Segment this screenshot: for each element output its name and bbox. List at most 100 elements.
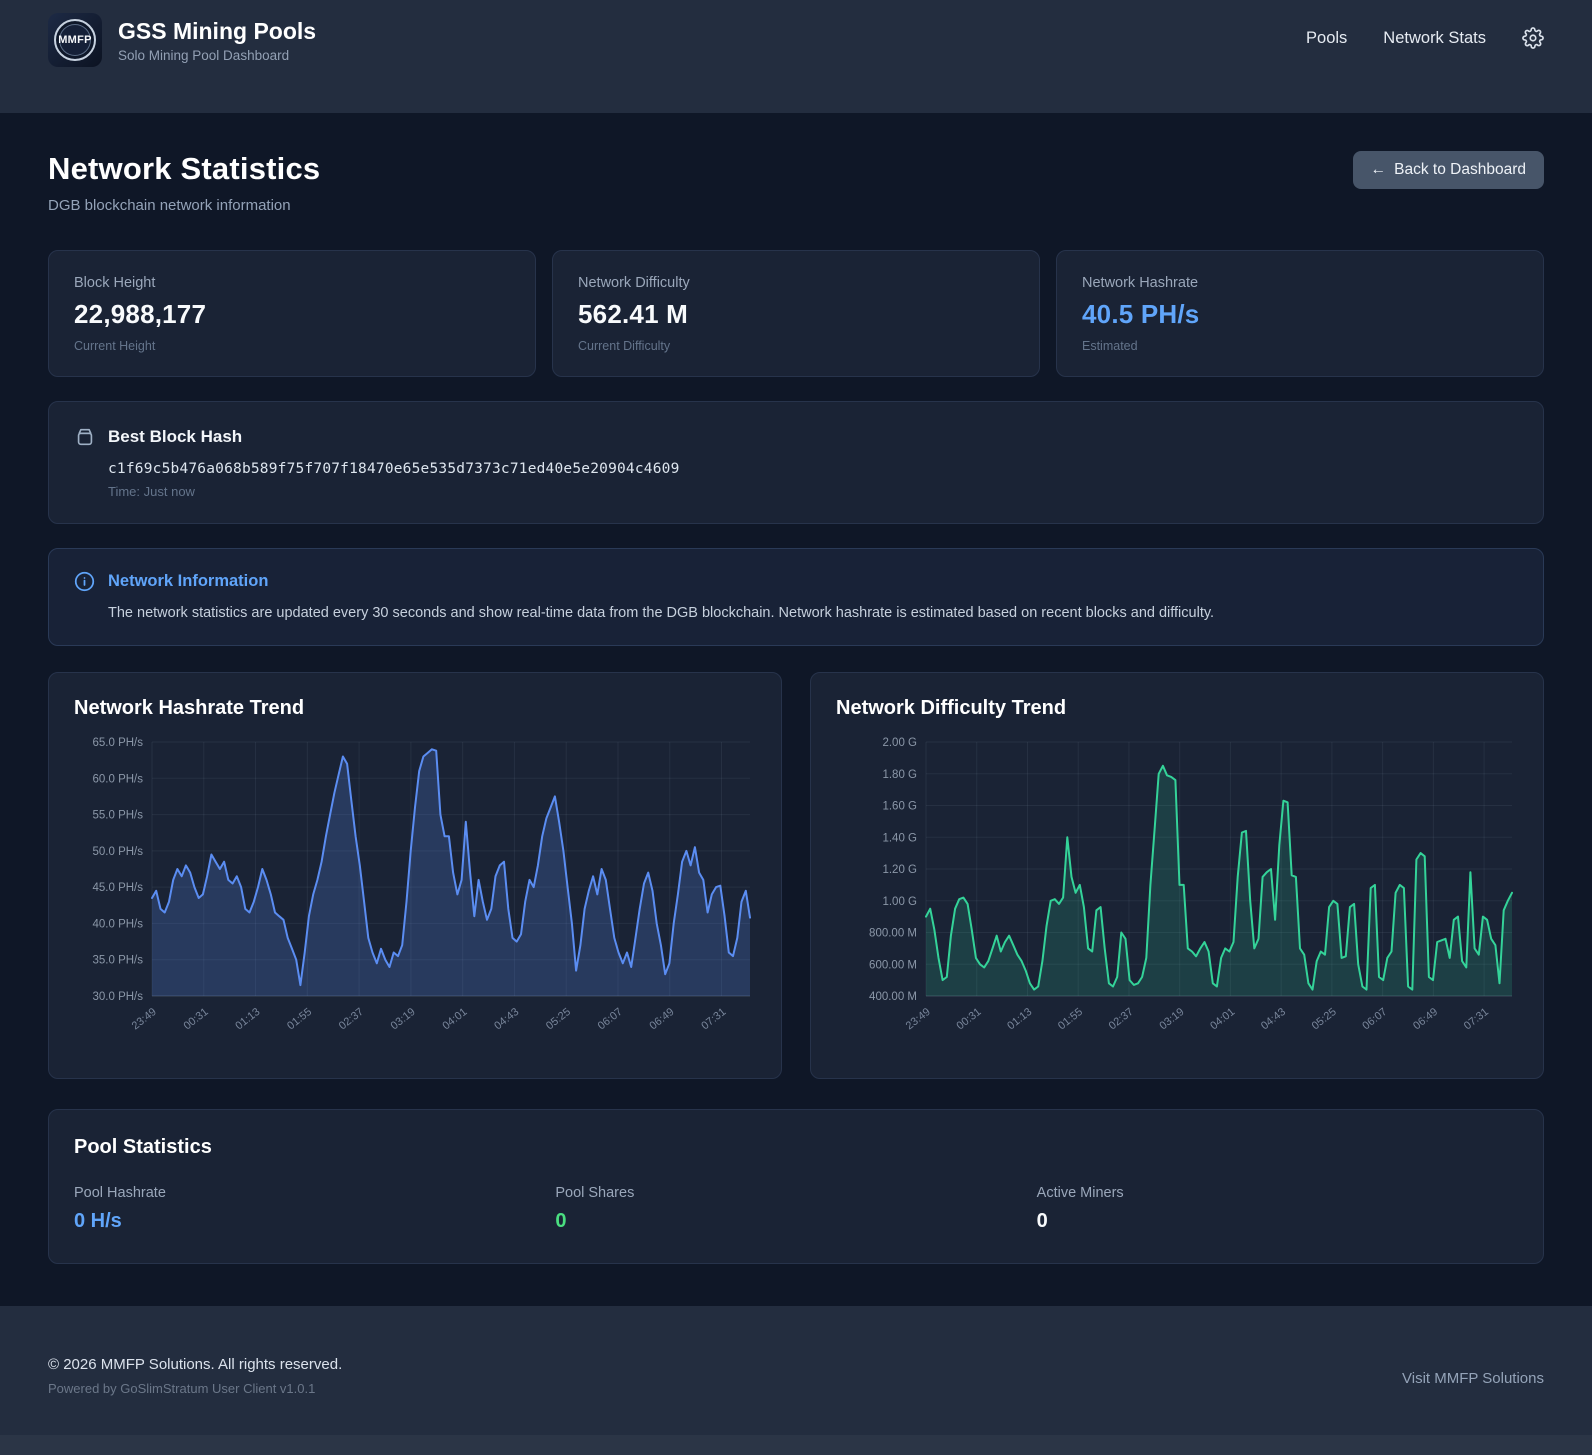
best-block-hash-value: c1f69c5b476a068b589f75f707f18470e65e535d…	[108, 461, 680, 477]
svg-text:800.00 M: 800.00 M	[869, 928, 917, 940]
back-button-label: Back to Dashboard	[1394, 161, 1526, 178]
footer-copyright: © 2026 MMFP Solutions. All rights reserv…	[48, 1356, 343, 1374]
svg-text:1.40 G: 1.40 G	[882, 833, 917, 845]
svg-text:01:13: 01:13	[1005, 1006, 1034, 1032]
pool-statistics-title: Pool Statistics	[74, 1136, 212, 1159]
active-miners-item: Active Miners 0	[1037, 1185, 1518, 1233]
network-hashrate-trend-card: Network Hashrate Trend 65.0 PH/s 60.0 PH/…	[48, 672, 782, 1080]
svg-text:23:49: 23:49	[904, 1006, 933, 1032]
difficulty-chart-title: Network Difficulty Trend	[836, 697, 1067, 720]
svg-text:02:37: 02:37	[1107, 1006, 1136, 1032]
network-hashrate-value: 40.5 PH/s	[1082, 299, 1200, 329]
nav-network-stats[interactable]: Network Stats	[1383, 29, 1486, 48]
svg-text:600.00 M: 600.00 M	[869, 960, 917, 972]
app-footer: © 2026 MMFP Solutions. All rights reserv…	[0, 1306, 1592, 1455]
logo-text: MMFP	[58, 34, 92, 46]
pool-shares-label: Pool Shares	[555, 1185, 635, 1202]
svg-text:04:43: 04:43	[1259, 1006, 1288, 1032]
pool-shares-value: 0	[555, 1210, 567, 1233]
svg-text:1.60 G: 1.60 G	[882, 801, 917, 813]
block-height-card: Block Height 22,988,177 Current Height	[48, 250, 536, 377]
svg-text:03:19: 03:19	[389, 1006, 418, 1032]
svg-text:30.0 PH/s: 30.0 PH/s	[93, 991, 144, 1003]
pool-statistics-card: Pool Statistics Pool Hashrate 0 H/s Pool…	[48, 1109, 1544, 1265]
svg-text:35.0 PH/s: 35.0 PH/s	[93, 955, 144, 967]
back-arrow-icon: ←	[1370, 161, 1387, 178]
svg-text:07:31: 07:31	[1462, 1006, 1491, 1032]
header-nav: Pools Network Stats	[1306, 27, 1544, 49]
svg-text:06:07: 06:07	[596, 1006, 625, 1032]
svg-text:400.00 M: 400.00 M	[869, 991, 917, 1003]
pool-shares-item: Pool Shares 0	[555, 1185, 1036, 1233]
svg-text:65.0 PH/s: 65.0 PH/s	[93, 737, 144, 749]
network-information-card: Network Information The network statisti…	[48, 548, 1544, 647]
hashrate-trend-chart: 65.0 PH/s 60.0 PH/s 55.0 PH/s 50.0 PH/s 45.0…	[74, 730, 756, 1060]
svg-text:1.20 G: 1.20 G	[882, 864, 917, 876]
svg-text:04:01: 04:01	[440, 1006, 469, 1032]
visit-mmfp-link[interactable]: Visit MMFP Solutions	[1402, 1370, 1544, 1387]
svg-text:00:31: 00:31	[182, 1006, 211, 1032]
svg-text:40.0 PH/s: 40.0 PH/s	[93, 919, 144, 931]
footer-bottom-strip	[0, 1435, 1592, 1455]
svg-text:23:49: 23:49	[130, 1006, 159, 1032]
stat-sub: Estimated	[1082, 339, 1138, 353]
network-hashrate-card: Network Hashrate 40.5 PH/s Estimated	[1056, 250, 1544, 377]
difficulty-trend-chart: 2.00 G 1.80 G 1.60 G 1.40 G 1.20 G 1.00 G 800.…	[836, 730, 1518, 1060]
svg-text:45.0 PH/s: 45.0 PH/s	[93, 882, 144, 894]
settings-gear-icon[interactable]	[1522, 27, 1544, 49]
best-block-hash-card: Best Block Hash c1f69c5b476a068b589f75f7…	[48, 401, 1544, 524]
nav-pools[interactable]: Pools	[1306, 29, 1347, 48]
active-miners-label: Active Miners	[1036, 1185, 1124, 1202]
app-logo[interactable]: MMFP	[48, 13, 102, 67]
svg-text:01:55: 01:55	[1056, 1006, 1085, 1032]
network-information-body: The network statistics are updated every…	[108, 605, 1215, 621]
app-header: MMFP GSS Mining Pools Solo Mining Pool D…	[0, 0, 1592, 113]
svg-text:2.00 G: 2.00 G	[882, 737, 917, 749]
svg-text:1.80 G: 1.80 G	[882, 769, 917, 781]
svg-text:05:25: 05:25	[544, 1006, 573, 1032]
svg-text:60.0 PH/s: 60.0 PH/s	[93, 774, 144, 786]
hashrate-chart-title: Network Hashrate Trend	[74, 697, 305, 720]
svg-text:50.0 PH/s: 50.0 PH/s	[93, 846, 144, 858]
block-box-icon	[74, 426, 96, 448]
mmfp-logo-badge: MMFP	[54, 19, 96, 61]
svg-text:55.0 PH/s: 55.0 PH/s	[93, 810, 144, 822]
svg-text:06:49: 06:49	[1411, 1006, 1440, 1032]
app-title: GSS Mining Pools	[118, 17, 317, 44]
svg-text:03:19: 03:19	[1157, 1006, 1186, 1032]
best-block-hash-title: Best Block Hash	[108, 427, 243, 446]
page-title: Network Statistics	[48, 151, 321, 186]
svg-text:06:07: 06:07	[1360, 1006, 1389, 1032]
app-subtitle: Solo Mining Pool Dashboard	[118, 48, 290, 64]
svg-text:04:01: 04:01	[1208, 1006, 1237, 1032]
info-icon	[74, 571, 95, 592]
pool-hashrate-item: Pool Hashrate 0 H/s	[74, 1185, 555, 1233]
block-height-value: 22,988,177	[74, 299, 207, 329]
active-miners-value: 0	[1036, 1210, 1048, 1233]
svg-text:1.00 G: 1.00 G	[882, 896, 917, 908]
svg-text:07:31: 07:31	[699, 1006, 728, 1032]
svg-text:06:49: 06:49	[648, 1006, 677, 1032]
svg-text:01:13: 01:13	[233, 1006, 262, 1032]
stat-sub: Current Difficulty	[578, 339, 671, 353]
pool-hashrate-label: Pool Hashrate	[74, 1185, 166, 1202]
main-content: Network Statistics DGB blockchain networ…	[0, 113, 1592, 1265]
network-difficulty-trend-card: Network Difficulty Trend 2.00 G 1.80 G 1.6…	[810, 672, 1544, 1080]
charts-row: Network Hashrate Trend 65.0 PH/s 60.0 PH/…	[48, 672, 1544, 1080]
svg-text:05:25: 05:25	[1310, 1006, 1339, 1032]
stat-label: Block Height	[74, 275, 156, 291]
network-information-title: Network Information	[108, 572, 269, 590]
svg-text:00:31: 00:31	[955, 1006, 984, 1032]
pool-hashrate-value: 0 H/s	[74, 1210, 122, 1233]
svg-text:04:43: 04:43	[492, 1006, 521, 1032]
stat-cards-row: Block Height 22,988,177 Current Height N…	[48, 250, 1544, 377]
best-block-hash-time: Time: Just now	[108, 484, 195, 499]
svg-text:02:37: 02:37	[337, 1006, 366, 1032]
footer-powered-by: Powered by GoSlimStratum User Client v1.…	[48, 1381, 316, 1397]
page-subtitle: DGB blockchain network information	[48, 197, 291, 214]
stat-label: Network Hashrate	[1082, 275, 1199, 291]
network-difficulty-card: Network Difficulty 562.41 M Current Diff…	[552, 250, 1040, 377]
svg-text:01:55: 01:55	[285, 1006, 314, 1032]
back-to-dashboard-button[interactable]: ← Back to Dashboard	[1352, 151, 1544, 189]
stat-label: Network Difficulty	[578, 275, 690, 291]
